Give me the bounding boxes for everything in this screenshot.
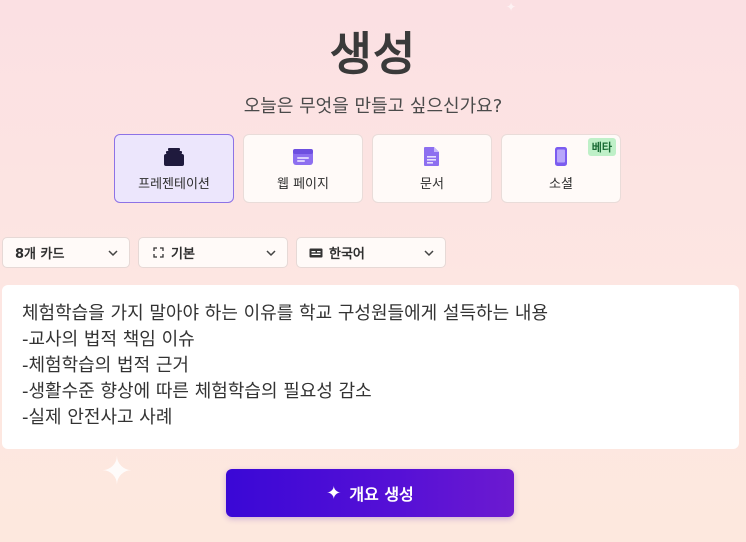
prompt-line: -실제 안전사고 사례 [22, 407, 173, 428]
chevron-down-icon [424, 249, 434, 256]
language-icon [309, 248, 323, 258]
card-count-dropdown[interactable]: 8개 카드 [2, 237, 130, 268]
prompt-input[interactable]: 체험학습을 가지 말아야 하는 이유를 학교 구성원들에게 설득하는 내용 -교… [2, 285, 739, 449]
sparkle-decoration-icon: ✦ [506, 0, 517, 14]
phone-icon [554, 146, 568, 168]
type-card-social[interactable]: 베타 소셜 [501, 134, 621, 203]
generate-outline-label: 개요 생성 [349, 485, 414, 504]
theme-dropdown[interactable]: 기본 [138, 237, 288, 268]
generate-outline-button[interactable]: ✦ 개요 생성 [226, 469, 514, 517]
theme-value: 기본 [171, 247, 195, 262]
page-title: 생성 [329, 27, 417, 81]
prompt-line: 체험학습을 가지 말아야 하는 이유를 학교 구성원들에게 설득하는 내용 [22, 303, 549, 324]
stack-cards-icon [163, 146, 185, 168]
type-card-document[interactable]: 문서 [372, 134, 492, 203]
type-card-webpage[interactable]: 웹 페이지 [243, 134, 363, 203]
sparkle-icon: ✦ [326, 482, 342, 504]
document-icon [423, 146, 441, 168]
content-type-selector: 프레젠테이션 웹 페이지 문서 베타 소셜 [114, 134, 621, 203]
fullscreen-icon [151, 247, 165, 258]
beta-badge: 베타 [587, 138, 616, 156]
prompt-line: -체험학습의 법적 근거 [22, 355, 189, 376]
browser-window-icon [292, 146, 314, 168]
chevron-down-icon [266, 249, 276, 256]
prompt-line: -교사의 법적 책임 이슈 [22, 329, 195, 350]
sparkle-decoration-icon: ✦ [101, 449, 133, 493]
type-card-label: 소셜 [549, 176, 573, 192]
type-card-label: 웹 페이지 [277, 176, 329, 192]
card-count-value: 8개 카드 [15, 247, 65, 262]
language-dropdown[interactable]: 한국어 [296, 237, 446, 268]
type-card-label: 문서 [420, 176, 444, 192]
type-card-label: 프레젠테이션 [138, 176, 210, 192]
prompt-line: -생활수준 향상에 따른 체험학습의 필요성 감소 [22, 381, 372, 402]
chevron-down-icon [108, 249, 118, 256]
language-value: 한국어 [329, 247, 365, 262]
type-card-presentation[interactable]: 프레젠테이션 [114, 134, 234, 203]
page-subtitle: 오늘은 무엇을 만들고 싶으신가요? [243, 96, 503, 117]
